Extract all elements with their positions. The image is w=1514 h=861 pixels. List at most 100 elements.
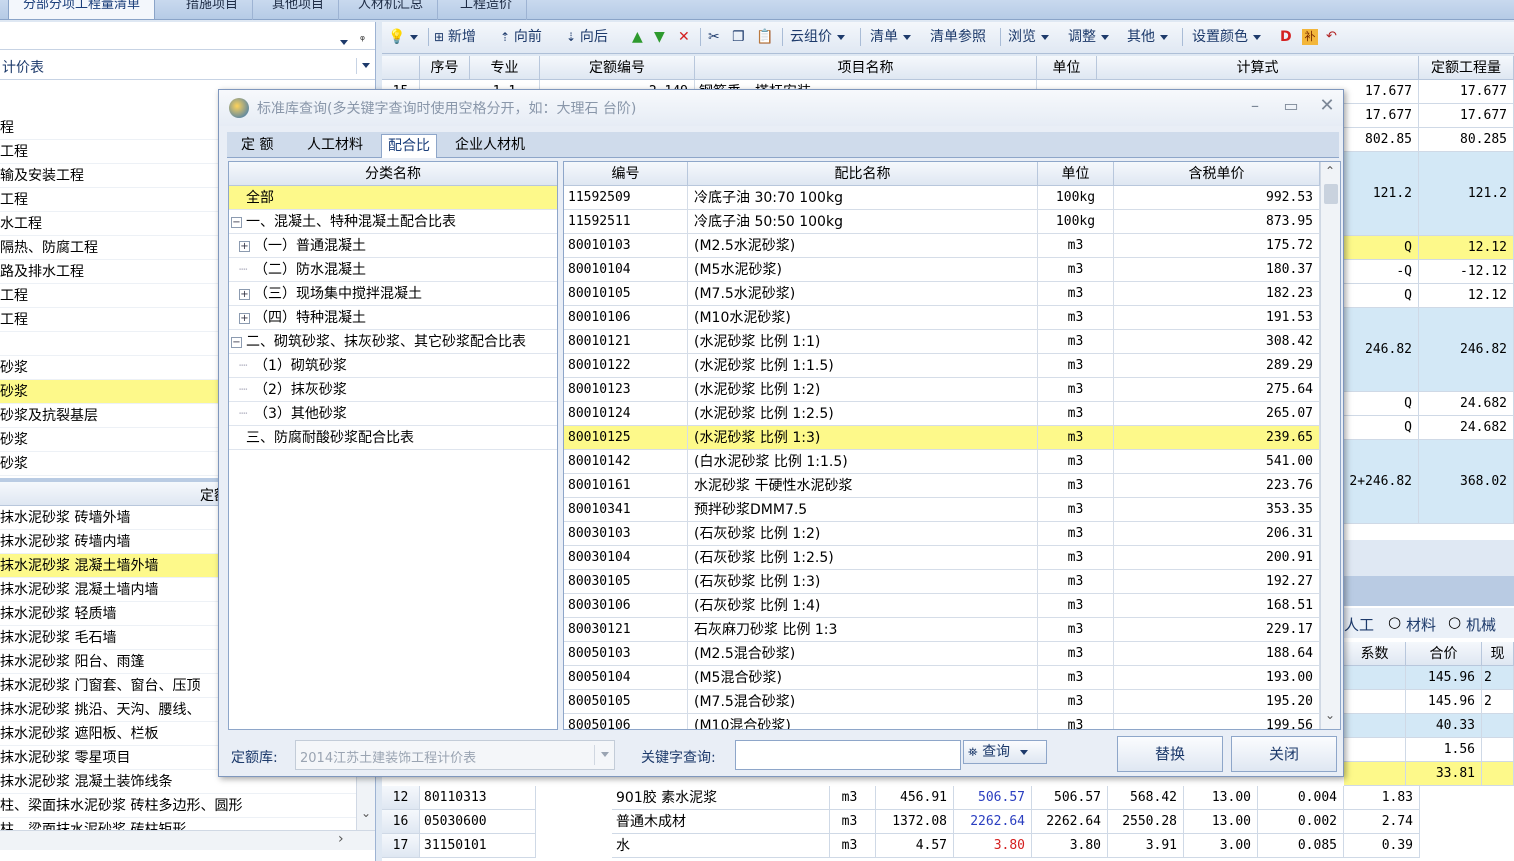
col-header-coef[interactable]: 系数 — [1344, 642, 1406, 666]
tab-other-items[interactable]: 其他项目 — [258, 0, 340, 20]
mix-ratio-row[interactable]: 80010124 (水泥砂浆 比例 1:2.5) m3 265.07 — [564, 402, 1320, 426]
category-tree-item[interactable]: ┈ （1）砌筑砂浆 — [229, 354, 557, 378]
mix-ratio-row[interactable]: 80010161 水泥砂浆 干硬性水泥砂浆 m3 223.76 — [564, 474, 1320, 498]
current-cell[interactable] — [1482, 762, 1514, 786]
undo-tool-icon[interactable]: ↶ — [1326, 26, 1337, 48]
chevron-down-icon[interactable]: ⌄ — [1325, 708, 1335, 722]
current-cell[interactable] — [1482, 714, 1514, 738]
quota-qty-cell[interactable]: 24.682 — [1419, 392, 1514, 416]
mix-ratio-row[interactable]: 80010123 (水泥砂浆 比例 1:2) m3 275.64 — [564, 378, 1320, 402]
formula-cell[interactable]: -Q — [1344, 260, 1419, 284]
cut-icon[interactable]: ✂ — [708, 26, 720, 48]
resource-p7-cell[interactable]: 2.74 — [1344, 810, 1420, 834]
tab-resource-summary[interactable]: 人材机汇总 — [344, 0, 439, 20]
mix-ratio-row[interactable]: 11592511 冷底子油 50:50 100kg 100kg 873.95 — [564, 210, 1320, 234]
collapse-icon[interactable]: − — [231, 336, 242, 348]
col-header-total[interactable]: 合价 — [1406, 642, 1482, 666]
set-color-button[interactable]: 设置颜色 — [1192, 26, 1261, 48]
resource-p3-cell[interactable]: 506.57 — [1032, 786, 1108, 810]
resource-seq-cell[interactable]: 17 — [382, 834, 420, 858]
resource-p1-cell[interactable]: 456.91 — [876, 786, 954, 810]
resource-p2-cell[interactable]: 2262.64 — [954, 810, 1032, 834]
resource-p3-cell[interactable]: 3.80 — [1032, 834, 1108, 858]
total-cell[interactable]: 1.56 — [1406, 738, 1482, 762]
col-header-current[interactable]: 现 — [1482, 642, 1514, 666]
current-cell[interactable] — [1482, 738, 1514, 762]
paste-icon[interactable]: 📋 — [756, 26, 773, 48]
formula-cell[interactable]: Q — [1344, 416, 1419, 440]
left-horizontal-scrollbar[interactable]: › — [0, 830, 375, 850]
mix-ratio-row[interactable]: 80030103 (石灰砂浆 比例 1:2) m3 206.31 — [564, 522, 1320, 546]
coef-cell[interactable] — [1344, 738, 1406, 762]
quota-qty-cell[interactable]: 17.677 — [1419, 80, 1514, 104]
resource-name-cell[interactable]: 水 — [612, 834, 830, 858]
formula-cell[interactable]: Q — [1344, 284, 1419, 308]
mix-ratio-row[interactable]: 80050103 (M2.5混合砂浆) m3 188.64 — [564, 642, 1320, 666]
tab-enterprise-resources[interactable]: 企业人材机 — [449, 134, 531, 158]
mix-ratio-row[interactable]: 80010122 (水泥砂浆 比例 1:1.5) m3 289.29 — [564, 354, 1320, 378]
resource-p5-cell[interactable]: 13.00 — [1184, 786, 1258, 810]
mix-ratio-row[interactable]: 80050105 (M7.5混合砂浆) m3 195.20 — [564, 690, 1320, 714]
quota-qty-cell[interactable]: 12.12 — [1419, 284, 1514, 308]
col-header-price[interactable]: 含税单价 — [1114, 162, 1320, 186]
radio-material-label[interactable]: 材料 — [1406, 614, 1436, 635]
resource-p4-cell[interactable]: 2550.28 — [1108, 810, 1184, 834]
quota-qty-cell[interactable]: 17.677 — [1419, 104, 1514, 128]
formula-cell[interactable]: 17.677 — [1344, 104, 1419, 128]
quota-qty-cell[interactable]: -12.12 — [1419, 260, 1514, 284]
chevron-down-icon[interactable] — [356, 58, 374, 74]
adjust-button[interactable]: 调整 — [1068, 26, 1109, 48]
arrow-down-icon[interactable]: ▼ — [654, 26, 665, 48]
quota-qty-cell[interactable]: 80.285 — [1419, 128, 1514, 152]
mix-ratio-row[interactable]: 80030106 (石灰砂浆 比例 1:4) m3 168.51 — [564, 594, 1320, 618]
col-header-code[interactable]: 编号 — [564, 162, 688, 186]
resource-seq-cell[interactable]: 16 — [382, 810, 420, 834]
move-up-button[interactable]: ⇡ 向前 — [500, 26, 542, 48]
minimize-icon[interactable]: – — [1241, 94, 1269, 118]
close-icon[interactable]: ✕ — [1313, 94, 1341, 118]
mix-ratio-row[interactable]: 80010142 (白水泥砂浆 比例 1:1.5) m3 541.00 — [564, 450, 1320, 474]
collapse-icon[interactable]: − — [231, 216, 242, 228]
formula-cell[interactable]: 17.677 — [1344, 80, 1419, 104]
total-cell[interactable]: 145.96 — [1406, 690, 1482, 714]
resource-p6-cell[interactable]: 0.002 — [1258, 810, 1344, 834]
copy-icon[interactable]: ❐ — [732, 26, 745, 48]
formula-cell[interactable]: Q — [1344, 236, 1419, 260]
current-cell[interactable]: 2 — [1482, 666, 1514, 690]
quota-qty-cell[interactable]: 24.682 — [1419, 416, 1514, 440]
tab-mix-ratio[interactable]: 配合比 — [381, 134, 437, 158]
resource-code-cell[interactable]: 80110313 — [420, 786, 536, 810]
arrow-up-icon[interactable]: ▲ — [632, 26, 643, 48]
col-header-specialty[interactable]: 专业 — [470, 56, 540, 80]
formula-cell[interactable]: 121.2 — [1344, 152, 1419, 236]
library-combo[interactable]: 计价表 — [0, 52, 375, 80]
col-header-unit[interactable]: 单位 — [1038, 162, 1114, 186]
category-tree-item[interactable]: − 一、混凝土、特种混凝土配合比表 — [229, 210, 557, 234]
d-tool-icon[interactable]: D — [1280, 26, 1292, 48]
resource-p1-cell[interactable]: 4.57 — [876, 834, 954, 858]
mix-ratio-row[interactable]: 80010106 (M10水泥砂浆) m3 191.53 — [564, 306, 1320, 330]
quota-qty-cell[interactable]: 368.02 — [1419, 440, 1514, 524]
formula-cell[interactable]: 246.82 — [1344, 308, 1419, 392]
browse-button[interactable]: 浏览 — [1008, 26, 1049, 48]
resource-unit-cell[interactable]: m3 — [830, 810, 876, 834]
tab-bill-of-quantities[interactable]: 分部分项工程量清单 — [8, 0, 156, 20]
bill-reference-button[interactable]: 清单参照 — [930, 26, 986, 48]
total-cell[interactable]: 145.96 — [1406, 666, 1482, 690]
close-button[interactable]: 关闭 — [1231, 736, 1337, 772]
supplement-icon[interactable]: 补 — [1302, 29, 1318, 45]
col-header-seq[interactable]: 序号 — [420, 56, 470, 80]
mix-ratio-row[interactable]: 80050104 (M5混合砂浆) m3 193.00 — [564, 666, 1320, 690]
resource-p5-cell[interactable]: 3.00 — [1184, 834, 1258, 858]
col-header-code[interactable]: 定额编号 — [540, 56, 695, 80]
col-header-quota-qty[interactable]: 定额工程量 — [1419, 56, 1514, 80]
resource-unit-cell[interactable]: m3 — [830, 786, 876, 810]
coef-cell[interactable] — [1344, 714, 1406, 738]
mix-ratio-row[interactable]: 80030104 (石灰砂浆 比例 1:2.5) m3 200.91 — [564, 546, 1320, 570]
expand-icon[interactable]: + — [239, 240, 250, 252]
delete-icon[interactable]: ✕ — [678, 26, 690, 48]
maximize-icon[interactable]: ▭ — [1277, 94, 1305, 118]
col-header-name[interactable]: 项目名称 — [695, 56, 1037, 80]
mix-ratio-row[interactable]: 80010341 预拌砂浆DMM7.5 m3 353.35 — [564, 498, 1320, 522]
left-top-combo[interactable]: ᵩ — [0, 26, 375, 50]
